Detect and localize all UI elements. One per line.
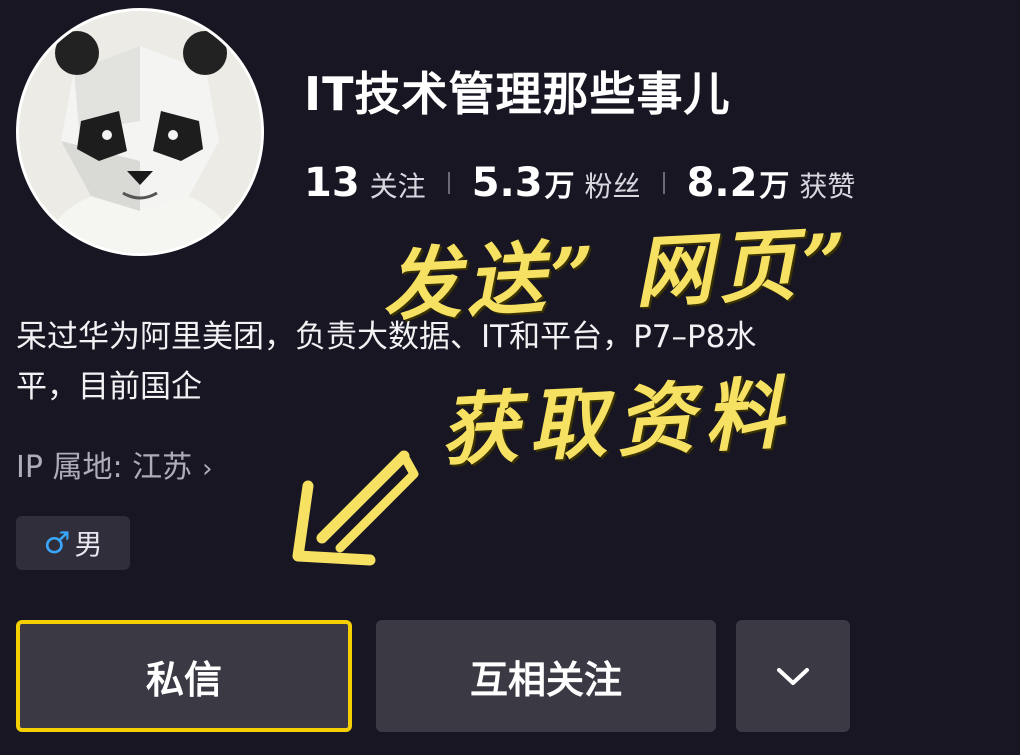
- likes-unit: 万: [759, 169, 790, 204]
- chevron-down-icon: [777, 668, 809, 685]
- profile-name: IT技术管理那些事儿: [304, 67, 731, 121]
- male-icon: ♂: [43, 525, 71, 561]
- overlay-text-line2: 获取资料: [438, 367, 795, 478]
- avatar[interactable]: [16, 8, 264, 256]
- followers-label[interactable]: 粉丝: [585, 165, 641, 205]
- profile-stats: 13 关注 5.3 万 粉丝 8.2 万 获赞: [304, 160, 855, 206]
- stat-divider: [447, 172, 450, 194]
- panda-mask-icon: [19, 11, 261, 253]
- following-label[interactable]: 关注: [370, 165, 426, 205]
- ip-location-text: IP 属地: 江苏: [16, 450, 193, 485]
- likes-count[interactable]: 8.2: [687, 160, 758, 206]
- message-button[interactable]: 私信: [16, 620, 352, 732]
- follow-button[interactable]: 互相关注: [376, 620, 716, 732]
- gender-tag: ♂ 男: [16, 516, 130, 570]
- ip-location[interactable]: IP 属地: 江苏 ›: [16, 442, 213, 486]
- more-button[interactable]: [736, 620, 850, 732]
- arrow-icon: [292, 450, 419, 566]
- followers-unit: 万: [544, 169, 575, 204]
- gender-label: 男: [74, 528, 103, 561]
- followers-count[interactable]: 5.3: [472, 160, 543, 206]
- following-count[interactable]: 13: [304, 160, 360, 206]
- chevron-right-icon: ›: [202, 454, 213, 484]
- stat-divider: [662, 172, 665, 194]
